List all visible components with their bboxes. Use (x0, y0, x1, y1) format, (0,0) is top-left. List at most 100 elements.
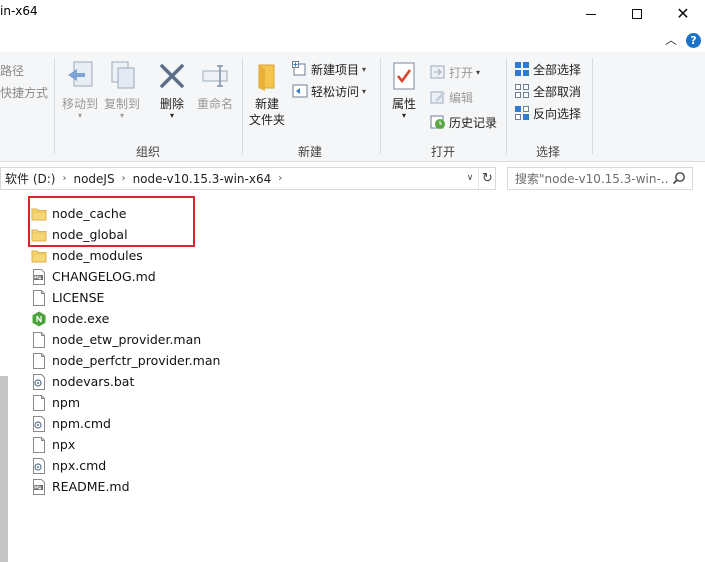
maximize-button[interactable] (614, 0, 660, 28)
file-name: CHANGELOG.md (52, 269, 156, 284)
file-row[interactable]: README.md (28, 476, 328, 497)
bat-file-icon (31, 415, 47, 432)
minimize-button[interactable] (568, 0, 614, 28)
edit-label: 编辑 (449, 90, 474, 105)
address-history-dropdown[interactable]: ∨ (463, 168, 477, 189)
group-separator (506, 58, 507, 154)
address-bar[interactable]: 软件 (D:) › nodeJS › node-v10.15.3-win-x64… (0, 167, 496, 190)
properties-button[interactable]: 属性 ▾ (386, 60, 422, 120)
file-icon (31, 331, 47, 348)
file-row[interactable]: node.exe (28, 308, 328, 329)
file-name: nodevars.bat (52, 374, 135, 389)
delete-label: 删除 (159, 97, 184, 111)
md-file-icon (31, 268, 47, 285)
new-item-label: 新建项目 (311, 62, 360, 77)
ribbon: 路径 快捷方式 移动到 ▾ 复制到 ▾ 删除 ▾ 重命名 组织 新建 文件夹 新… (0, 52, 705, 162)
new-folder-label-line2: 文件夹 (248, 113, 285, 127)
delete-button[interactable]: 删除 ▾ (153, 60, 191, 120)
easy-access-icon (292, 83, 308, 99)
window-title: in-x64 (0, 4, 38, 18)
file-name: npx.cmd (52, 458, 107, 473)
search-icon[interactable] (672, 171, 686, 188)
help-button[interactable]: ? (686, 33, 701, 48)
highlight-annotation-box (28, 196, 195, 247)
easy-access-caret: ▾ (362, 86, 367, 96)
copy-path-button[interactable]: 路径 (0, 62, 24, 79)
file-row[interactable]: node_perfctr_provider.man (28, 350, 328, 371)
invert-selection-button[interactable]: 反向选择 (514, 103, 581, 123)
properties-caret: ▾ (401, 111, 406, 120)
group-separator (592, 58, 593, 154)
copy-to-button[interactable]: 复制到 ▾ (102, 60, 142, 120)
select-none-icon (514, 83, 530, 99)
properties-icon (388, 60, 420, 92)
group-separator (380, 58, 381, 154)
file-row[interactable]: node_etw_provider.man (28, 329, 328, 350)
select-none-button[interactable]: 全部取消 (514, 81, 581, 101)
move-to-label: 移动到 (61, 97, 98, 111)
file-name: npx (52, 437, 76, 452)
easy-access-button[interactable]: 轻松访问 ▾ (292, 81, 366, 101)
file-row[interactable]: npm (28, 392, 328, 413)
file-row[interactable]: npm.cmd (28, 413, 328, 434)
invert-selection-icon (514, 105, 530, 121)
close-icon: ✕ (676, 4, 690, 23)
file-icon (31, 394, 47, 411)
file-name: npm (52, 395, 81, 410)
search-box[interactable]: 搜索"node-v10.15.3-win-... (507, 167, 693, 190)
file-row[interactable]: nodevars.bat (28, 371, 328, 392)
chevron-right-icon[interactable]: › (119, 173, 129, 184)
group-separator (54, 58, 55, 154)
move-to-caret: ▾ (77, 111, 82, 120)
file-name: README.md (52, 479, 130, 494)
file-row[interactable]: node_modules (28, 245, 328, 266)
refresh-button[interactable]: ↻ (478, 168, 496, 189)
open-group-label: 打开 (430, 145, 455, 159)
navigation-scrollbar[interactable] (0, 376, 8, 562)
new-folder-button[interactable]: 新建 文件夹 (246, 60, 288, 128)
ribbon-collapse-button[interactable]: ︿ (664, 33, 678, 47)
close-button[interactable]: ✕ (660, 0, 705, 28)
file-name: LICENSE (52, 290, 105, 305)
file-list: node_cache node_global node_modules CHANGEL… (28, 203, 328, 497)
file-row[interactable]: LICENSE (28, 287, 328, 308)
breadcrumb-drive[interactable]: 软件 (D:) (1, 170, 59, 187)
edit-button[interactable]: 编辑 (430, 87, 473, 107)
copy-to-caret: ▾ (119, 111, 124, 120)
file-icon (31, 352, 47, 369)
move-to-button[interactable]: 移动到 ▾ (60, 60, 100, 120)
select-all-icon (514, 61, 530, 77)
select-all-button[interactable]: 全部选择 (514, 59, 581, 79)
move-to-icon (64, 60, 96, 92)
help-icon: ? (690, 34, 697, 47)
select-none-label: 全部取消 (533, 84, 582, 99)
history-button[interactable]: 历史记录 (430, 112, 497, 132)
history-icon (430, 114, 446, 130)
new-item-caret: ▾ (362, 64, 367, 74)
file-name: node_perfctr_provider.man (52, 353, 221, 368)
new-item-icon (292, 61, 308, 77)
folder-icon (31, 248, 47, 264)
chevron-down-icon: ∨ (466, 173, 474, 183)
edit-icon (430, 89, 446, 105)
copy-to-icon (106, 60, 138, 92)
open-caret: ▾ (476, 67, 481, 77)
file-row[interactable]: CHANGELOG.md (28, 266, 328, 287)
rename-button[interactable]: 重命名 (194, 60, 236, 112)
invert-selection-label: 反向选择 (533, 106, 582, 121)
paste-shortcut-button[interactable]: 快捷方式 (0, 84, 48, 101)
delete-caret: ▾ (169, 111, 174, 120)
address-row: 软件 (D:) › nodeJS › node-v10.15.3-win-x64… (0, 166, 705, 192)
file-name: node_modules (52, 248, 143, 263)
chevron-up-icon: ︿ (664, 33, 677, 47)
chevron-right-icon[interactable]: › (59, 173, 69, 184)
breadcrumb-nodejs[interactable]: nodeJS (69, 172, 118, 186)
bat-file-icon (31, 457, 47, 474)
breadcrumb-node-folder[interactable]: node-v10.15.3-win-x64 (129, 172, 276, 186)
new-item-button[interactable]: 新建项目 ▾ (292, 59, 366, 79)
file-row[interactable]: npx (28, 434, 328, 455)
open-label: 打开 (449, 65, 474, 80)
file-row[interactable]: npx.cmd (28, 455, 328, 476)
chevron-right-icon[interactable]: › (275, 173, 285, 184)
open-button[interactable]: 打开 ▾ (430, 62, 480, 82)
